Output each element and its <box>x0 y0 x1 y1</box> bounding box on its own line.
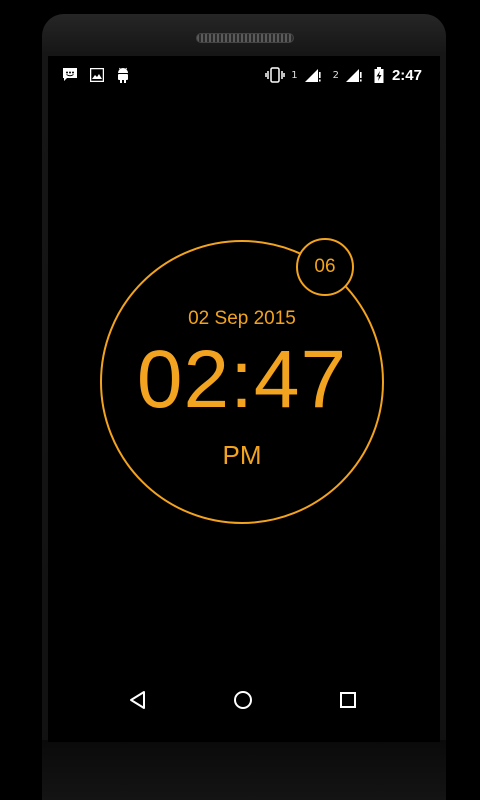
seconds-bubble: 06 <box>296 238 354 296</box>
speaker-grille <box>196 33 294 43</box>
system-icons: 1 2 2:47 <box>265 60 422 90</box>
notification-icons <box>62 60 130 90</box>
signal-icon <box>345 68 362 82</box>
android-icon <box>116 67 130 83</box>
back-triangle-icon <box>128 690 148 714</box>
back-button[interactable] <box>118 688 158 716</box>
status-bar: 1 2 2:47 <box>48 60 440 90</box>
clock-date: 02 Sep 2015 <box>188 308 296 329</box>
image-icon <box>90 68 104 82</box>
sim2-label: 2 <box>332 69 339 81</box>
message-icon <box>62 67 78 83</box>
signal-icon <box>304 68 321 82</box>
home-circle-icon <box>233 690 253 714</box>
clock-ampm: PM <box>222 440 262 470</box>
recents-button[interactable] <box>328 688 368 716</box>
clock-time: 02:47 <box>136 334 348 425</box>
battery-charging-icon <box>374 67 384 83</box>
vibrate-icon <box>265 67 285 83</box>
recents-square-icon <box>339 691 357 713</box>
status-time: 2:47 <box>391 66 422 84</box>
home-button[interactable] <box>223 688 263 716</box>
device: 1 2 2:47 06 02 Sep 2015 02:47 PM <box>0 0 480 800</box>
navigation-bar <box>48 680 440 724</box>
seconds-value: 06 <box>314 256 336 277</box>
sim1-label: 1 <box>291 69 298 81</box>
